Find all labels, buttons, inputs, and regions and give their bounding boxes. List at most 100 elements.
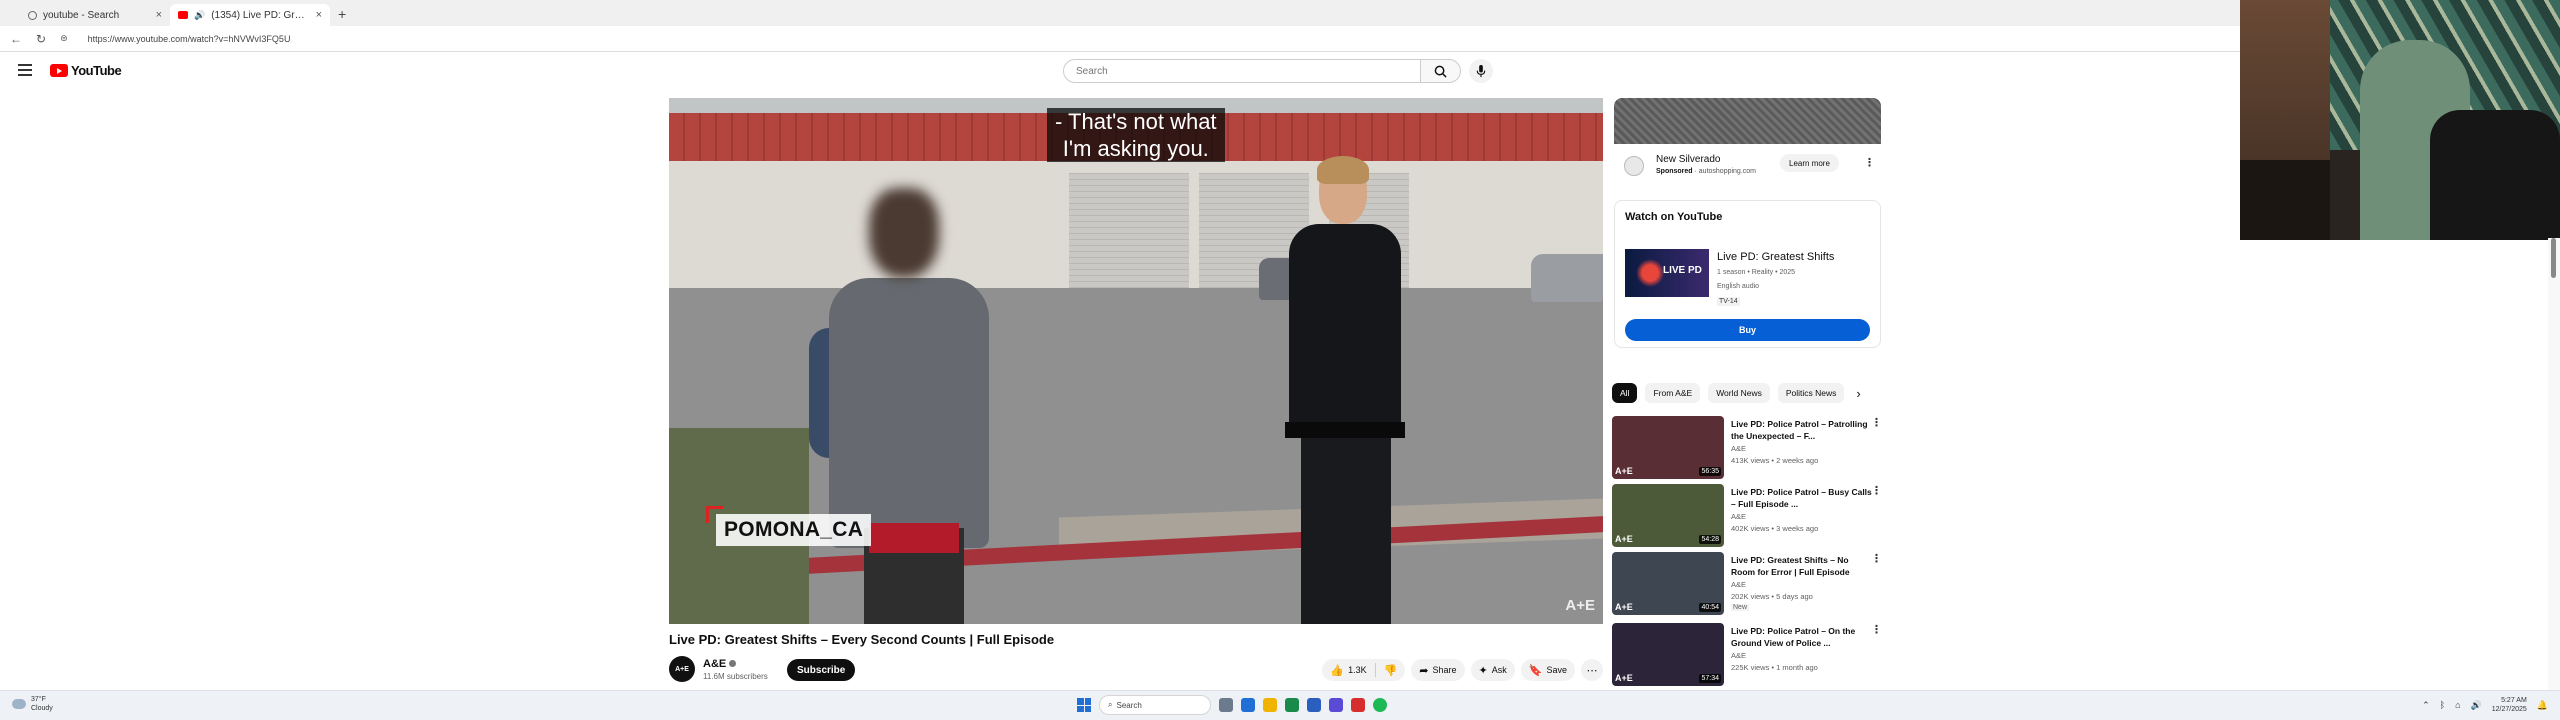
tab-youtube-search[interactable]: youtube - Search × [20, 4, 170, 26]
recommendation-more-icon[interactable]: ⋮ [1871, 554, 1882, 565]
recommendation-thumbnail[interactable]: A+E 54:28 [1612, 484, 1724, 547]
recommendation-thumbnail[interactable]: A+E 57:34 [1612, 623, 1724, 686]
menu-icon[interactable] [18, 64, 32, 79]
show-thumbnail-text: LIVE PD [1663, 265, 1702, 276]
recommendation-channel[interactable]: A&E [1731, 444, 1746, 453]
channel-name[interactable]: A&E [703, 658, 737, 670]
system-tray: ⌃ ᛒ ⌂ 🔊 5:27 AM 12/27/2025 🔔 [2422, 696, 2548, 714]
recommendation-more-icon[interactable]: ⋮ [1871, 418, 1882, 429]
recommendation-item[interactable]: A+E 56:35 Live PD: Police Patrol – Patro… [1612, 416, 1888, 482]
taskbar-search[interactable]: ⌕ Search [1099, 695, 1211, 715]
tab-live-pd[interactable]: 🔊 (1354) Live PD: Greatest Shifts × [170, 4, 330, 26]
recommendation-title[interactable]: Live PD: Greatest Shifts – No Room for E… [1731, 554, 1873, 578]
thumbs-up-icon[interactable]: 👍 [1330, 664, 1344, 677]
recommendation-item[interactable]: A+E 57:34 Live PD: Police Patrol – On th… [1612, 623, 1888, 689]
subscribe-button[interactable]: Subscribe [787, 659, 856, 681]
youtube-header: YouTube [0, 56, 1920, 86]
voice-search-button[interactable] [1469, 59, 1493, 83]
taskbar: 37°F Cloudy ⌕ Search ⌃ ᛒ ⌂ 🔊 5:27 AM 12/… [0, 690, 2560, 720]
ask-button[interactable]: ✦ Ask [1470, 659, 1515, 681]
recommendation-thumbnail[interactable]: A+E 40:54 [1612, 552, 1724, 615]
learn-more-button[interactable]: Learn more [1780, 154, 1839, 172]
ad-banner-image[interactable] [1614, 98, 1881, 144]
network-icon[interactable]: ⌂ [2455, 700, 2460, 710]
taskbar-search-placeholder: Search [1116, 700, 1142, 710]
ae-logo: A+E [1615, 602, 1633, 612]
thumbs-down-icon[interactable]: 👎 [1384, 664, 1398, 677]
site-info-icon[interactable]: ⊜ [60, 33, 68, 44]
recommendation-channel[interactable]: A&E [1731, 651, 1746, 660]
scrollbar-thumb[interactable] [2551, 238, 2556, 278]
recommendation-more-icon[interactable]: ⋮ [1871, 486, 1882, 497]
copilot-icon[interactable] [1241, 698, 1255, 712]
show-title[interactable]: Live PD: Greatest Shifts [1717, 251, 1834, 263]
ae-logo: A+E [1615, 534, 1633, 544]
page-scrollbar[interactable] [2548, 238, 2560, 690]
file-explorer-icon[interactable] [1263, 698, 1277, 712]
chip-politics-news[interactable]: Politics News [1777, 383, 1845, 403]
store-icon[interactable] [1307, 698, 1321, 712]
recommendation-title[interactable]: Live PD: Police Patrol – Busy Calls – Fu… [1731, 486, 1873, 510]
show-thumbnail[interactable]: LIVE PD [1625, 249, 1709, 297]
volume-icon[interactable]: 🔊 [2471, 700, 2482, 711]
recommendation-item[interactable]: A+E 40:54 Live PD: Greatest Shifts – No … [1612, 552, 1888, 618]
recommendation-title[interactable]: Live PD: Police Patrol – On the Ground V… [1731, 625, 1873, 649]
show-meta: 1 season • Reality • 2025 [1717, 269, 1796, 276]
chrome-icon[interactable] [1351, 698, 1365, 712]
notification-bell-icon[interactable]: 🔔 [2537, 700, 2548, 711]
video-actions: 👍 1.3K 👎 ➦ Share ✦ Ask 🔖 Save ⋯ [1322, 659, 1603, 681]
watch-on-youtube-heading: Watch on YouTube [1625, 211, 1723, 223]
caption-line: - That's not what [1055, 109, 1217, 134]
close-tab-icon[interactable]: × [316, 9, 322, 21]
weather-widget[interactable]: 37°F Cloudy [12, 695, 53, 713]
recommendation-meta: 413K views • 2 weeks ago [1731, 456, 1819, 465]
youtube-logo[interactable]: YouTube [50, 63, 122, 78]
divider [1374, 663, 1376, 677]
edge-browser-icon[interactable] [1285, 698, 1299, 712]
chip-from-ae[interactable]: From A&E [1645, 383, 1701, 403]
chevron-right-icon[interactable]: › [1856, 386, 1860, 401]
channel-avatar[interactable]: A+E [669, 656, 695, 682]
chevron-up-icon[interactable]: ⌃ [2422, 700, 2430, 711]
share-button[interactable]: ➦ Share [1411, 659, 1465, 681]
search-button[interactable] [1421, 59, 1461, 83]
video-player[interactable]: - That's not what I'm asking you. POMONA… [669, 98, 1603, 624]
like-count[interactable]: 1.3K [1348, 665, 1367, 675]
windows-start-icon[interactable] [1077, 698, 1091, 712]
speaker-icon[interactable]: 🔊 [194, 10, 205, 21]
task-view-icon[interactable] [1219, 698, 1233, 712]
url-field[interactable]: https://www.youtube.com/watch?v=hNVWvI3F… [88, 34, 291, 44]
recommendation-thumbnail[interactable]: A+E 56:35 [1612, 416, 1724, 479]
reload-icon[interactable]: ↻ [36, 32, 46, 46]
back-arrow-icon[interactable]: ← [10, 32, 22, 46]
ad-title[interactable]: New Silverado [1656, 154, 1720, 165]
share-label: Share [1432, 665, 1457, 675]
sponsored-label: Sponsored [1656, 168, 1693, 175]
ad-more-icon[interactable]: ⋮ [1864, 158, 1875, 169]
buy-button[interactable]: Buy [1625, 319, 1870, 341]
new-tab-button[interactable]: + [338, 6, 346, 22]
chip-all[interactable]: All [1612, 383, 1638, 403]
save-button[interactable]: 🔖 Save [1520, 659, 1575, 681]
chip-world-news[interactable]: World News [1708, 383, 1770, 403]
channel-watermark[interactable]: A+E [1565, 597, 1595, 614]
recommendation-item[interactable]: A+E 54:28 Live PD: Police Patrol – Busy … [1612, 484, 1888, 550]
recommendation-title[interactable]: Live PD: Police Patrol – Patrolling the … [1731, 418, 1873, 442]
ad-domain: · autoshopping.com [1694, 168, 1756, 175]
recommendation-channel[interactable]: A&E [1731, 580, 1746, 589]
teams-icon[interactable] [1329, 698, 1343, 712]
close-tab-icon[interactable]: × [156, 9, 162, 21]
save-label: Save [1546, 665, 1567, 675]
recommendation-channel[interactable]: A&E [1731, 512, 1746, 521]
bluetooth-icon[interactable]: ᛒ [2440, 700, 2445, 710]
channel-name-text: A&E [703, 658, 727, 670]
ad-sponsored-line: Sponsored · autoshopping.com [1656, 168, 1756, 175]
spotify-icon[interactable] [1373, 698, 1387, 712]
search-input[interactable] [1063, 59, 1421, 83]
video-title: Live PD: Greatest Shifts – Every Second … [669, 632, 1055, 647]
clock[interactable]: 5:27 AM 12/27/2025 [2492, 696, 2527, 714]
ae-logo: A+E [1615, 466, 1633, 476]
video-duration: 57:34 [1699, 674, 1721, 683]
more-actions-button[interactable]: ⋯ [1581, 659, 1603, 681]
recommendation-more-icon[interactable]: ⋮ [1871, 625, 1882, 636]
